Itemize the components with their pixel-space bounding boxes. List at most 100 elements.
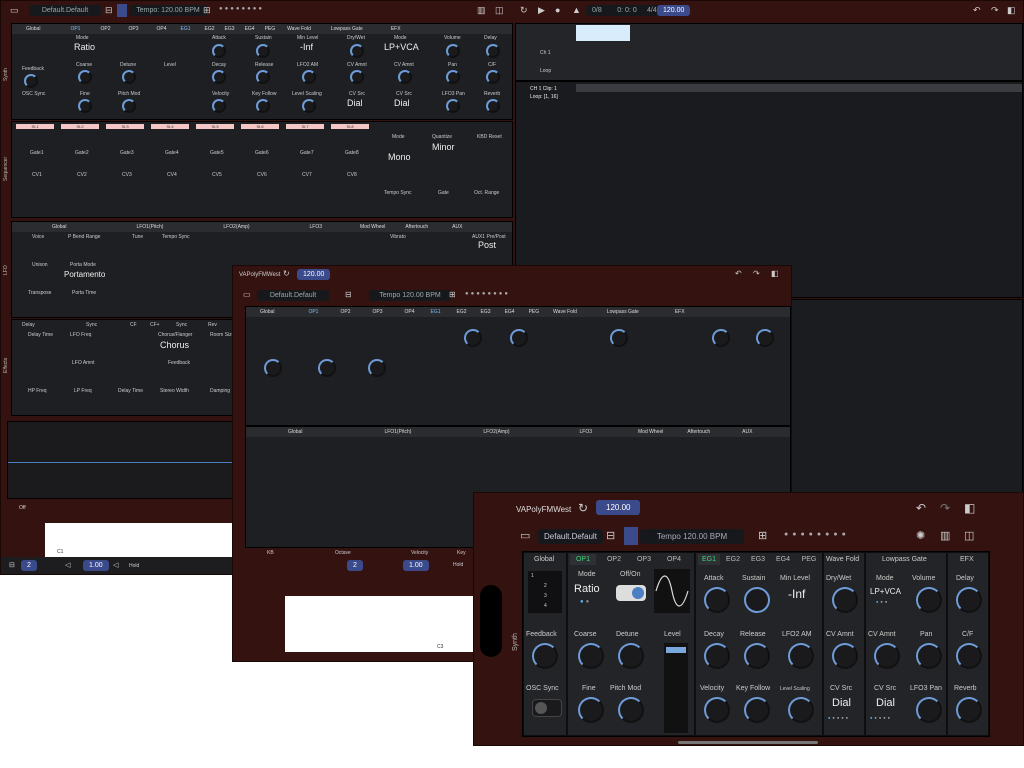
front-lpg-cvsrc-value[interactable]: Dial <box>876 697 895 709</box>
mid-keyboard[interactable]: C3 <box>285 596 473 652</box>
seq-step-7[interactable]: St.7 <box>286 124 324 129</box>
front-lpg-mode-value[interactable]: LP+VCA <box>870 587 901 596</box>
fader-handle[interactable] <box>666 647 686 653</box>
mid-tab-global[interactable]: Global <box>260 309 274 315</box>
back-octave[interactable]: 2 <box>21 560 37 571</box>
redo-icon[interactable]: ↷ <box>991 6 999 15</box>
loop-icon[interactable]: ↻ <box>520 6 528 15</box>
front-knob-lpg-cvamnt[interactable] <box>874 643 900 669</box>
bpm-readout[interactable]: 120.00 <box>657 5 691 16</box>
seq-step-4[interactable]: St.4 <box>151 124 189 129</box>
front-knob-delay[interactable] <box>956 587 982 613</box>
knob-volume[interactable] <box>446 44 460 58</box>
speaker-icon[interactable]: ◁ <box>65 562 70 569</box>
front-knob-pan[interactable] <box>916 643 942 669</box>
value-inf[interactable]: -Inf <box>300 42 313 52</box>
seq-step-3[interactable]: St.3 <box>106 124 144 129</box>
mid-knob-2[interactable] <box>318 359 336 377</box>
front-tab-op4[interactable]: OP4 <box>662 556 686 563</box>
front-knob-sustain[interactable] <box>744 587 770 613</box>
lfo-post[interactable]: Post <box>478 240 496 250</box>
seq-quantize-value[interactable]: Minor <box>432 142 455 152</box>
front-level-fader[interactable] <box>664 643 688 733</box>
front-knob-feedback[interactable] <box>532 643 558 669</box>
knob-detune[interactable] <box>122 70 136 84</box>
front-min-level-value[interactable]: -Inf <box>788 587 805 601</box>
front-knob-attack[interactable] <box>704 587 730 613</box>
front-preset[interactable]: Default.Default <box>538 529 603 544</box>
knob-lfo3pan[interactable] <box>446 99 460 113</box>
knob-cf[interactable] <box>486 70 500 84</box>
front-undo-icon[interactable]: ↶ <box>916 502 926 514</box>
back-keyboard[interactable]: C1 <box>45 523 235 557</box>
front-knob-drywet[interactable] <box>832 587 858 613</box>
front-tab-eg4[interactable]: EG4 <box>772 556 794 563</box>
mid-knob-3[interactable] <box>368 359 386 377</box>
front-knob-detune[interactable] <box>618 643 644 669</box>
mid-tab-eg2[interactable]: EG2 <box>457 309 467 315</box>
knob-lfo2am[interactable] <box>302 70 316 84</box>
tab-efx[interactable]: EFX <box>391 26 401 32</box>
front-knob-release[interactable] <box>744 643 770 669</box>
mid-kb-tab-velocity[interactable]: Velocity <box>411 550 428 556</box>
seq-step-1[interactable]: St.1 <box>16 124 54 129</box>
tab-eg1[interactable]: EG1 <box>181 26 191 32</box>
front-tab-eg1[interactable]: EG1 <box>698 554 720 565</box>
mid-tab-peg[interactable]: PEG <box>529 309 540 315</box>
tab-peg[interactable]: PEG <box>265 26 276 32</box>
mid-tab-wavefold[interactable]: Wave Fold <box>553 309 577 315</box>
front-tab-peg[interactable]: PEG <box>797 556 821 563</box>
front-knob-lfo2am[interactable] <box>788 643 814 669</box>
mid-kb-tab-octave[interactable]: Octave <box>335 550 351 556</box>
fx-sync-btn[interactable]: Sync <box>86 322 97 328</box>
mid-knob-6[interactable] <box>610 329 628 347</box>
speaker-up-icon[interactable]: ◁ <box>113 562 118 569</box>
front-sun-icon[interactable]: ✺ <box>916 531 925 542</box>
tab-op1[interactable]: OP1 <box>70 26 80 32</box>
front-sidebar-icon[interactable]: ◧ <box>964 502 975 514</box>
back-tempo[interactable]: Tempo: 120.00 BPM <box>129 5 207 16</box>
mid-folder-icon[interactable]: ▭ <box>243 291 251 299</box>
mid-tab-efx[interactable]: EFX <box>675 309 685 315</box>
back-velocity[interactable]: 1.00 <box>83 560 109 571</box>
seq-step-5[interactable]: St.5 <box>196 124 234 129</box>
front-knob-fine[interactable] <box>578 697 604 723</box>
back-tab-effects[interactable]: Effects <box>3 358 9 373</box>
front-knob-wf-cvamnt[interactable] <box>832 643 858 669</box>
value-dial2[interactable]: Dial <box>394 98 410 108</box>
front-piano-icon[interactable]: ▥ <box>940 531 950 542</box>
back-tempo-slider[interactable] <box>117 4 127 17</box>
folder-icon[interactable]: ▭ <box>10 6 19 15</box>
front-osc-sync-toggle[interactable] <box>532 699 562 717</box>
front-knob-volume[interactable] <box>916 587 942 613</box>
mid-bpm[interactable]: 120.00 <box>297 269 331 280</box>
front-tab-op2[interactable]: OP2 <box>602 556 626 563</box>
knob-feedback[interactable] <box>24 74 38 88</box>
mid-tab-lpg[interactable]: Lowpass Gate <box>607 309 639 315</box>
mid-undo-icon[interactable]: ↶ <box>735 270 742 278</box>
front-tab-lpg[interactable]: Lowpass Gate <box>882 556 927 563</box>
front-wave-icon[interactable]: ◫ <box>964 531 974 542</box>
front-side-handle[interactable] <box>480 585 502 657</box>
front-redo-icon[interactable]: ↷ <box>940 502 950 514</box>
front-knob-cf[interactable] <box>956 643 982 669</box>
front-op-mode-value[interactable]: Ratio <box>574 583 600 595</box>
wave-icon[interactable]: ◫ <box>495 6 504 15</box>
mid-tab-op1[interactable]: OP1 <box>308 309 318 315</box>
front-refresh-icon[interactable]: ↻ <box>578 502 588 514</box>
front-op-onoff-toggle[interactable] <box>616 585 646 601</box>
front-knob-lfo3pan[interactable] <box>916 697 942 723</box>
fx-sync-btn2[interactable]: Sync <box>176 322 187 328</box>
tab-eg4[interactable]: EG4 <box>245 26 255 32</box>
front-knob-decay[interactable] <box>704 643 730 669</box>
mid-minus-icon[interactable]: ⊟ <box>345 291 352 299</box>
value-ratio[interactable]: Ratio <box>74 42 95 52</box>
knob-cvamnt[interactable] <box>350 70 364 84</box>
mid-knob-1[interactable] <box>264 359 282 377</box>
metronome-icon[interactable]: ▲ <box>572 6 581 15</box>
mid-redo-icon[interactable]: ↷ <box>753 270 760 278</box>
front-tab-global[interactable]: Global <box>534 556 554 563</box>
plus-icon[interactable]: ⊞ <box>203 6 211 15</box>
front-knob-coarse[interactable] <box>578 643 604 669</box>
back-hold[interactable]: Hold <box>129 563 139 569</box>
